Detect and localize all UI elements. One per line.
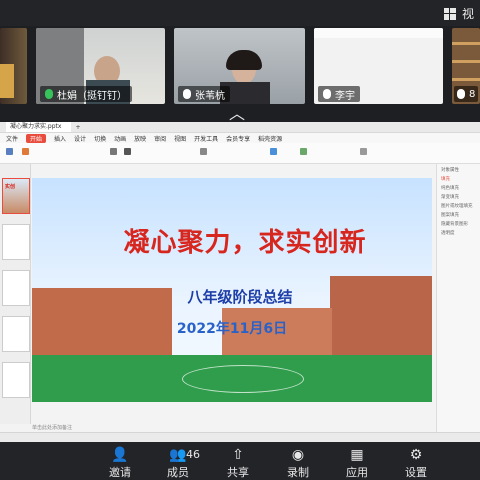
ribbon-toolbar: [0, 143, 480, 164]
add-person-icon: 👤: [111, 447, 129, 463]
collapse-strip-chevron-icon[interactable]: ︿: [229, 106, 245, 122]
participant-name: 李宇: [335, 90, 355, 102]
sports-field: [32, 355, 432, 402]
slide-thumbnail[interactable]: [2, 270, 30, 306]
meeting-top-bar: 视: [0, 0, 480, 26]
menu-item[interactable]: 设计: [74, 134, 86, 143]
participant-name: 张苇杭: [195, 90, 225, 102]
document-tab-row: 凝心聚力求实.pptx +: [0, 122, 480, 133]
slide-thumbnail[interactable]: [2, 316, 30, 352]
participant-name: 8: [469, 88, 476, 100]
participant-name: 杜娟（挺钉钉）: [57, 90, 127, 102]
object-properties-panel: 对象属性 填充 纯色填充 渐变填充 图片或纹理填充 图案填充 隐藏背景图形 透明…: [436, 164, 480, 442]
apps-button[interactable]: ▦ 应用: [337, 446, 377, 480]
share-button[interactable]: ⇧ 共享: [218, 446, 258, 480]
mic-muted-icon: [323, 89, 331, 99]
school-building-right: [330, 276, 432, 358]
members-label: 成员: [167, 466, 189, 479]
record-label: 录制: [287, 466, 309, 479]
slide-subtitle: 八年级阶段总结: [187, 288, 293, 306]
video-tile-zhangweihang[interactable]: 张苇杭: [174, 28, 305, 104]
invite-button[interactable]: 👤 邀请: [100, 446, 140, 480]
menu-item[interactable]: 插入: [54, 134, 66, 143]
menu-item[interactable]: 视图: [174, 134, 186, 143]
invite-label: 邀请: [109, 466, 131, 479]
view-label: 视: [461, 7, 474, 21]
slide-thumbnail-active[interactable]: 实创: [2, 178, 30, 214]
fill-option[interactable]: 图片或纹理填充: [441, 203, 477, 209]
share-label: 共享: [227, 466, 249, 479]
slide-thumbnail[interactable]: [2, 362, 30, 398]
transparency-label: 透明度: [441, 231, 455, 236]
apps-grid-icon: ▦: [350, 447, 364, 463]
fill-option[interactable]: 隐藏背景图形: [441, 221, 477, 227]
record-button[interactable]: ◉ 录制: [278, 446, 318, 480]
video-tile-partial-right[interactable]: 8: [452, 28, 480, 104]
participant-count: 46: [186, 448, 200, 461]
menu-item[interactable]: 切换: [94, 134, 106, 143]
fill-option[interactable]: 图案填充: [441, 212, 477, 218]
bold-icon[interactable]: [124, 148, 131, 155]
grid-view-icon: [443, 7, 456, 20]
font-icon[interactable]: [110, 148, 117, 155]
new-slide-icon[interactable]: [22, 148, 29, 155]
ribbon-menu: 文件 开始 插入 设计 切换 动画 放映 审阅 视图 开发工具 会员专享 稻壳资…: [0, 133, 480, 143]
mic-active-icon: [45, 89, 53, 99]
menu-item[interactable]: 放映: [134, 134, 146, 143]
align-icon[interactable]: [200, 148, 207, 155]
fill-option[interactable]: 纯色填充: [441, 185, 477, 191]
fill-option[interactable]: 渐变填充: [441, 194, 477, 200]
notes-placeholder[interactable]: 单击此处添加备注: [32, 424, 432, 432]
settings-label: 设置: [405, 466, 427, 479]
menu-item[interactable]: 动画: [114, 134, 126, 143]
mic-muted-icon: [183, 89, 191, 99]
menu-item[interactable]: 会员专享: [226, 134, 250, 143]
panel-section[interactable]: 填充: [441, 176, 477, 182]
video-tile-dujuan[interactable]: 杜娟（挺钉钉）: [36, 28, 165, 104]
menu-item[interactable]: 文件: [6, 134, 18, 143]
participant-video-strip: 杜娟（挺钉钉） 张苇杭 李宇 8: [0, 28, 480, 104]
share-screen-icon: ⇧: [232, 447, 244, 463]
video-tile-liyu[interactable]: 李宇: [314, 28, 443, 104]
slide-thumbnail-panel: 实创: [0, 164, 31, 424]
participant-name-tag: 李宇: [318, 86, 360, 102]
slide-canvas[interactable]: 凝心聚力，求实创新 八年级阶段总结 2022年11月6日: [32, 178, 432, 402]
video-tile-partial[interactable]: [0, 28, 27, 104]
menu-item[interactable]: 稻壳资源: [258, 134, 282, 143]
thumbnail-text: 实创: [5, 184, 16, 190]
menu-item[interactable]: 开发工具: [194, 134, 218, 143]
participant-name-tag: 8: [454, 86, 479, 102]
shape-icon[interactable]: [270, 148, 277, 155]
settings-button[interactable]: ⚙ 设置: [396, 446, 436, 480]
gear-icon: ⚙: [409, 447, 423, 463]
slide-thumbnail[interactable]: [2, 224, 30, 260]
arrange-icon[interactable]: [300, 148, 307, 155]
view-toggle[interactable]: 视: [443, 5, 474, 22]
participant-name-tag: 张苇杭: [178, 86, 230, 102]
slide-date: 2022年11月6日: [176, 321, 288, 337]
new-tab-icon[interactable]: +: [75, 124, 80, 131]
apps-label: 应用: [346, 466, 368, 479]
school-building-left: [32, 288, 172, 358]
document-tab[interactable]: 凝心聚力求实.pptx: [6, 122, 72, 132]
shared-screen: 凝心聚力求实.pptx + 文件 开始 插入 设计 切换 动画 放映 审阅 视图…: [0, 122, 480, 443]
mic-muted-icon: [457, 89, 465, 99]
paste-icon[interactable]: [6, 148, 13, 155]
record-icon: ◉: [291, 447, 305, 463]
find-icon[interactable]: [360, 148, 367, 155]
participant-name-tag: 杜娟（挺钉钉）: [40, 86, 132, 102]
slide-title: 凝心聚力，求实创新: [123, 228, 367, 258]
menu-item-active[interactable]: 开始: [26, 133, 47, 143]
panel-title: 对象属性: [441, 168, 459, 173]
menu-item[interactable]: 审阅: [154, 134, 166, 143]
